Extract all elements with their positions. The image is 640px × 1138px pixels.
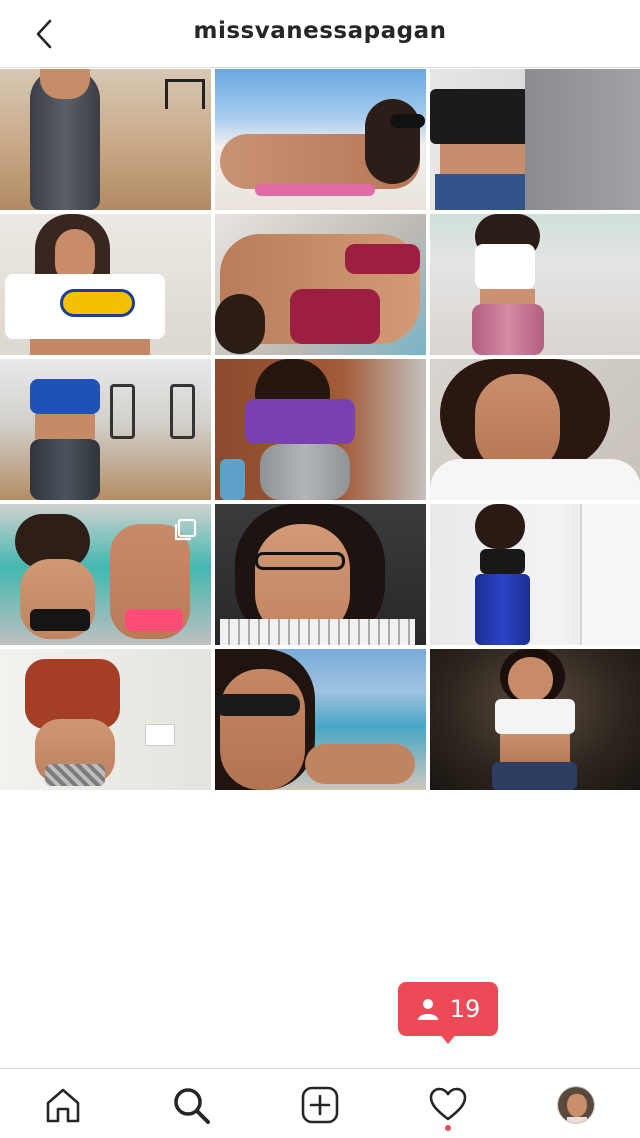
grid-post-9[interactable] [430,359,640,500]
notification-pointer [438,1032,458,1044]
grid-post-12[interactable] [430,504,640,645]
followers-notification[interactable]: 19 [398,982,498,1044]
profile-avatar-icon [558,1087,594,1123]
grid-post-5[interactable] [215,214,426,355]
grid-post-14[interactable] [215,649,426,790]
grid-post-11[interactable] [215,504,426,645]
notification-bubble: 19 [398,982,498,1036]
carousel-icon [174,518,197,541]
search-icon [174,1088,210,1124]
grid-post-1[interactable] [0,69,211,210]
grid-post-6[interactable] [430,214,640,355]
avatar [557,1086,595,1124]
grid-post-3[interactable] [430,69,640,210]
activity-dot [445,1125,451,1131]
photo-grid [0,69,640,1068]
nav-profile[interactable] [554,1083,598,1127]
heart-icon [429,1087,467,1121]
grid-post-8[interactable] [215,359,426,500]
grid-post-2[interactable] [215,69,426,210]
grid-post-10[interactable] [0,504,211,645]
nav-new-post[interactable] [298,1083,342,1127]
page-title: missvanessapagan [193,18,447,44]
bottom-nav [0,1068,640,1138]
nav-search[interactable] [169,1083,213,1127]
notification-count: 19 [449,995,481,1023]
nav-activity[interactable] [426,1083,470,1131]
grid-post-4[interactable] [0,214,211,355]
plus-square-icon [301,1086,339,1124]
home-icon [46,1088,80,1123]
grid-post-13[interactable] [0,649,211,790]
top-bar: missvanessapagan [0,0,640,68]
grid-post-7[interactable] [0,359,211,500]
grid-post-15[interactable] [430,649,640,790]
nav-home[interactable] [41,1083,85,1127]
person-icon [417,999,438,1020]
